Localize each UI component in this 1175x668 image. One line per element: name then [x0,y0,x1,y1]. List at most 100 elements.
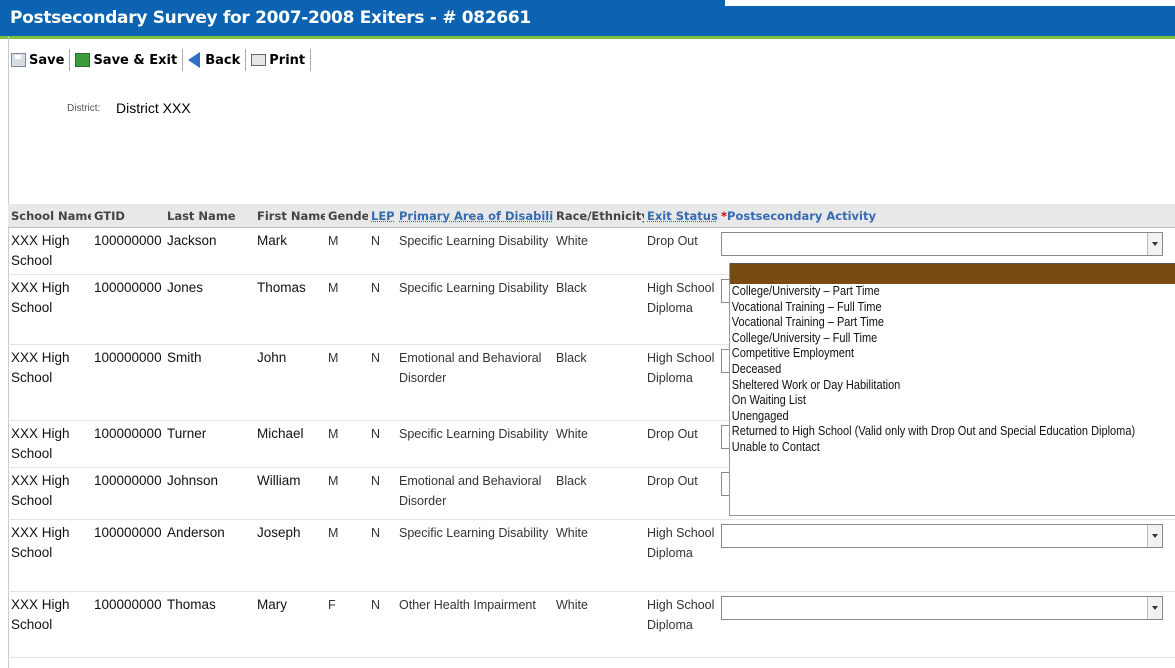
page-title: Postsecondary Survey for 2007-2008 Exite… [10,8,531,28]
first-name-cell: John [254,344,325,421]
race-cell: White [553,519,644,592]
gender-cell: M [325,344,368,421]
last-name-cell: Thomas [164,591,254,658]
school-name-cell: XXX High School [8,591,91,658]
gtid-cell: 100000000 [91,591,164,658]
disability-cell: Emotional and Behavioral Disorder [396,344,553,421]
save-button[interactable]: Save [6,53,69,68]
dropdown-option[interactable]: Vocational Training – Full Time [730,300,1172,316]
gtid-cell: 100000000 [91,467,164,520]
gtid-cell: 100000000 [91,227,164,275]
table-row: XXX High School 100000000 Anderson Joseph M N… [8,519,1175,592]
back-button[interactable]: Back [183,52,245,68]
activity-cell [718,519,1175,592]
activity-header-label: Postsecondary Activity [727,208,876,223]
first-name-cell: Thomas [254,274,325,345]
printer-icon [251,54,267,66]
dropdown-option[interactable]: On Waiting List [730,393,1172,409]
col-header-last-name[interactable]: Last Name [164,204,254,228]
save-exit-icon [75,53,91,67]
title-bar: Postsecondary Survey for 2007-2008 Exite… [0,0,1175,36]
exit-status-cell: High School Diploma [644,591,718,658]
activity-dropdown-list[interactable]: College/University – Part Time Vocational… [729,263,1175,516]
col-header-school-name[interactable]: School Name [8,204,91,228]
exit-status-cell: High School Diploma [644,274,718,345]
school-name-cell: XXX High School [8,519,91,592]
race-cell: White [553,591,644,658]
table-header-row: School Name GTID Last Name First Name Ge… [8,204,1175,228]
back-arrow-icon [188,52,201,68]
dropdown-option[interactable]: Competitive Employment [730,346,1172,362]
dropdown-option[interactable]: Sheltered Work or Day Habilitation [730,378,1172,394]
activity-cell [718,591,1175,658]
table-row: XXX High School 100000000 Thomas Mary F N Othe… [8,591,1175,658]
print-label: Print [269,52,306,68]
chevron-down-icon[interactable] [1147,525,1162,547]
postsecondary-activity-select[interactable] [721,232,1163,256]
accent-line [0,36,1175,39]
col-header-first-name[interactable]: First Name [254,204,325,228]
last-name-cell: Jackson [164,227,254,275]
school-name-cell: XXX High School [8,467,91,520]
race-cell: Black [553,274,644,345]
district-value: District XXX [116,100,191,116]
first-name-cell: Mary [254,591,325,658]
postsecondary-activity-select[interactable] [721,524,1163,548]
col-header-disability[interactable]: Primary Area of Disability [396,204,553,228]
last-name-cell: Smith [164,344,254,421]
exit-status-cell: High School Diploma [644,519,718,592]
dropdown-highlighted-option[interactable] [730,263,1175,284]
dropdown-option[interactable]: College/University – Full Time [730,331,1172,347]
gender-cell: M [325,274,368,345]
col-header-activity[interactable]: *Postsecondary Activity [718,204,1175,228]
exit-status-cell: Drop Out [644,467,718,520]
race-cell: Black [553,467,644,520]
col-header-exit-status[interactable]: Exit Status [644,204,718,228]
exit-status-cell: High School Diploma [644,344,718,421]
dropdown-option[interactable]: Vocational Training – Part Time [730,315,1172,331]
print-button[interactable]: Print [246,53,310,68]
lep-cell: N [368,467,396,520]
save-exit-button[interactable]: Save & Exit [70,53,182,68]
gender-cell: M [325,467,368,520]
gtid-cell: 100000000 [91,344,164,421]
dropdown-option[interactable]: Deceased [730,362,1172,378]
school-name-cell: XXX High School [8,274,91,345]
postsecondary-activity-select[interactable] [721,596,1163,620]
last-name-cell: Johnson [164,467,254,520]
lep-cell: N [368,420,396,468]
disability-cell: Specific Learning Disability [396,420,553,468]
dropdown-option[interactable]: Unengaged [730,409,1172,425]
race-cell: Black [553,344,644,421]
disability-cell: Emotional and Behavioral Disorder [396,467,553,520]
school-name-cell: XXX High School [8,420,91,468]
race-cell: White [553,420,644,468]
save-exit-label: Save & Exit [93,52,178,68]
chevron-down-icon[interactable] [1147,233,1162,255]
gtid-cell: 100000000 [91,420,164,468]
title-bar-cap [725,0,1175,6]
district-label: District: [67,103,101,114]
back-label: Back [205,52,241,68]
col-header-gender[interactable]: Gender [325,204,368,228]
lep-cell: N [368,227,396,275]
disability-cell: Specific Learning Disability [396,519,553,592]
gender-cell: M [325,420,368,468]
first-name-cell: Joseph [254,519,325,592]
dropdown-option[interactable]: Returned to High School (Valid only with… [730,424,1172,440]
dropdown-option[interactable]: College/University – Part Time [730,284,1172,300]
last-name-cell: Anderson [164,519,254,592]
gtid-cell: 100000000 [91,274,164,345]
disability-cell: Specific Learning Disability [396,227,553,275]
school-name-cell: XXX High School [8,344,91,421]
col-header-gtid[interactable]: GTID [91,204,164,228]
col-header-lep[interactable]: LEP [368,204,396,228]
dropdown-option[interactable]: Unable to Contact [730,440,1172,456]
save-icon [11,53,26,67]
toolbar-separator [310,49,312,71]
chevron-down-icon[interactable] [1147,597,1162,619]
lep-cell: N [368,591,396,658]
toolbar: Save Save & Exit Back Print [6,49,312,71]
col-header-race[interactable]: Race/Ethnicity [553,204,644,228]
gender-cell: M [325,519,368,592]
